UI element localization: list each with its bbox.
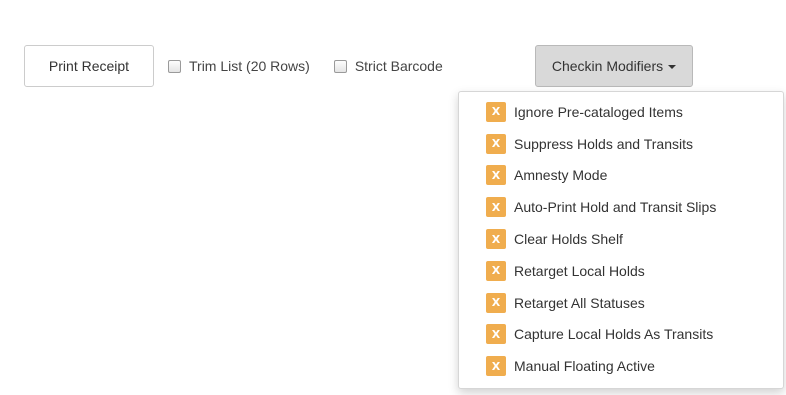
strict-barcode-label: Strict Barcode [354,58,443,74]
caret-down-icon [668,65,677,69]
menu-item-label: Amnesty Mode [514,167,608,184]
menu-item-label: Clear Holds Shelf [514,231,623,248]
trim-list-option[interactable]: Trim List (20 Rows) [168,58,310,74]
menu-item-ignore-pre-cataloged[interactable]: X Ignore Pre-cataloged Items [459,96,783,128]
menu-item-amnesty-mode[interactable]: X Amnesty Mode [459,160,783,192]
menu-item-label: Suppress Holds and Transits [514,135,693,152]
menu-item-label: Capture Local Holds As Transits [514,326,714,343]
x-icon: X [486,165,506,186]
checkin-modifiers-menu: X Ignore Pre-cataloged Items X Suppress … [458,91,784,389]
trim-list-label: Trim List (20 Rows) [189,58,310,74]
menu-item-retarget-all-statuses[interactable]: X Retarget All Statuses [459,287,783,319]
print-receipt-label: Print Receipt [48,58,130,74]
x-icon: X [486,260,506,281]
x-icon: X [486,197,506,218]
menu-item-capture-local-holds[interactable]: X Capture Local Holds As Transits [459,319,783,351]
menu-item-suppress-holds[interactable]: X Suppress Holds and Transits [459,128,783,160]
x-icon: X [486,101,506,122]
checkin-modifiers-label: Checkin Modifiers [551,58,664,74]
x-icon: X [486,229,506,250]
menu-item-label: Retarget Local Holds [514,262,645,279]
menu-item-label: Auto-Print Hold and Transit Slips [514,199,717,216]
checkin-toolbar: Print Receipt Trim List (20 Rows) Strict… [24,45,443,87]
menu-item-label: Ignore Pre-cataloged Items [514,103,683,120]
menu-item-manual-floating[interactable]: X Manual Floating Active [459,350,783,382]
menu-item-clear-holds-shelf[interactable]: X Clear Holds Shelf [459,223,783,255]
strict-barcode-checkbox[interactable] [333,59,347,73]
menu-item-label: Manual Floating Active [514,358,655,375]
x-icon: X [486,324,506,345]
x-icon: X [486,356,506,377]
menu-item-auto-print-slips[interactable]: X Auto-Print Hold and Transit Slips [459,191,783,223]
checkin-modifiers-button[interactable]: Checkin Modifiers [535,45,693,87]
trim-list-checkbox[interactable] [168,59,181,73]
strict-barcode-option[interactable]: Strict Barcode [333,58,443,74]
menu-item-retarget-local-holds[interactable]: X Retarget Local Holds [459,255,783,287]
x-icon: X [486,133,506,154]
x-icon: X [486,292,506,313]
menu-item-label: Retarget All Statuses [514,294,645,311]
print-receipt-button[interactable]: Print Receipt [24,45,154,87]
